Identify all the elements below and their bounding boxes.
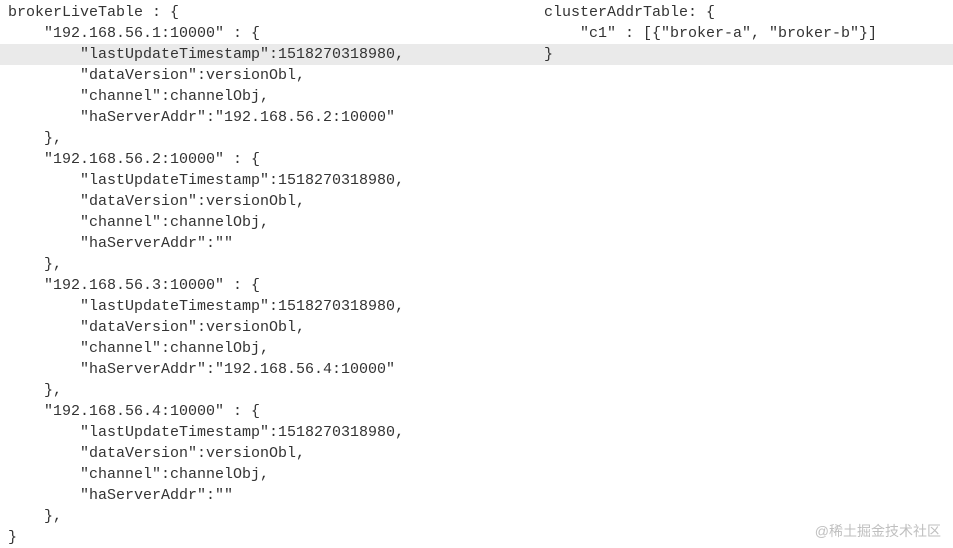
code-line: "c1" : [{"broker-a", "broker-b"}] — [536, 23, 953, 44]
code-line: "lastUpdateTimestamp":1518270318980, — [0, 296, 536, 317]
code-line: }, — [0, 128, 536, 149]
code-comparison-root: brokerLiveTable : { "192.168.56.1:10000"… — [0, 0, 953, 548]
code-line-highlight: } — [536, 44, 953, 65]
code-line: "haServerAddr":"192.168.56.2:10000" — [0, 107, 536, 128]
code-line: "channel":channelObj, — [0, 86, 536, 107]
code-line: "channel":channelObj, — [0, 212, 536, 233]
code-line: "lastUpdateTimestamp":1518270318980, — [0, 170, 536, 191]
code-line: "dataVersion":versionObl, — [0, 317, 536, 338]
code-line: }, — [0, 506, 536, 527]
code-line: "channel":channelObj, — [0, 464, 536, 485]
code-line: "dataVersion":versionObl, — [0, 65, 536, 86]
code-line: "haServerAddr":"192.168.56.4:10000" — [0, 359, 536, 380]
code-line: "192.168.56.3:10000" : { — [0, 275, 536, 296]
code-line: } — [0, 527, 536, 548]
broker-live-table-block: brokerLiveTable : { "192.168.56.1:10000"… — [0, 0, 536, 548]
code-line: }, — [0, 254, 536, 275]
code-line: "192.168.56.4:10000" : { — [0, 401, 536, 422]
code-line: "192.168.56.2:10000" : { — [0, 149, 536, 170]
code-line: "192.168.56.1:10000" : { — [0, 23, 536, 44]
code-line: "haServerAddr":"" — [0, 485, 536, 506]
code-line: clusterAddrTable: { — [536, 2, 953, 23]
code-line: "channel":channelObj, — [0, 338, 536, 359]
code-line-highlight: "lastUpdateTimestamp":1518270318980, — [0, 44, 536, 65]
code-line: "dataVersion":versionObl, — [0, 191, 536, 212]
code-line: }, — [0, 380, 536, 401]
code-line: "haServerAddr":"" — [0, 233, 536, 254]
code-line: "dataVersion":versionObl, — [0, 443, 536, 464]
cluster-addr-table-block: clusterAddrTable: { "c1" : [{"broker-a",… — [536, 0, 953, 548]
code-line: "lastUpdateTimestamp":1518270318980, — [0, 422, 536, 443]
code-line: brokerLiveTable : { — [0, 2, 536, 23]
